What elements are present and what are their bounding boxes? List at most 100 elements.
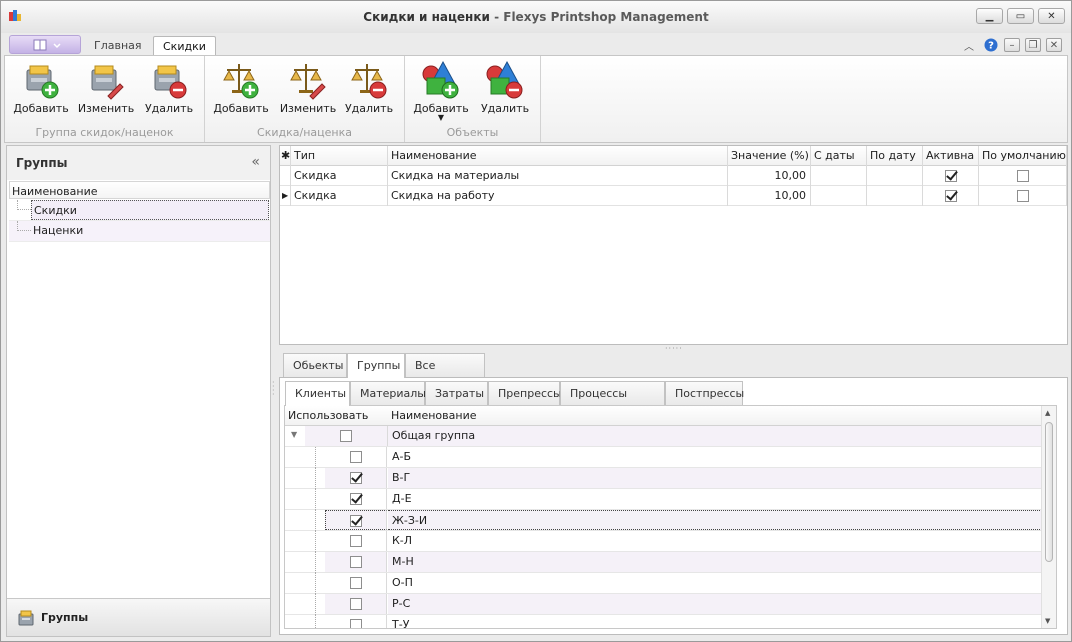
tab-discounts[interactable]: Скидки [153,36,216,56]
objects-add-button[interactable]: Добавить ▼ [411,60,471,122]
groups-tree-item[interactable]: Наценки [9,221,270,242]
list-item[interactable]: К-Л [285,531,1042,552]
mdi-close-button[interactable]: ✕ [1046,38,1062,52]
tab-prepress[interactable]: Препрессы [488,381,562,405]
help-icon[interactable]: ? [983,38,999,52]
default-checkbox[interactable] [1016,170,1029,182]
objects-delete-button[interactable]: Удалить [475,60,535,122]
maximize-button[interactable]: ▭ [1007,8,1034,24]
tab-all-objects[interactable]: Все обьекты [405,353,485,395]
tab-materials[interactable]: Материалы [350,381,426,405]
use-checkbox[interactable] [350,515,362,527]
col-value[interactable]: Значение (%) [728,146,811,166]
use-checkbox[interactable] [349,577,362,589]
group-delete-button[interactable]: Удалить [139,60,199,122]
close-button[interactable]: ✕ [1038,8,1065,24]
tab-print-processes[interactable]: Процессы печати [560,381,665,423]
scroll-down-icon[interactable]: ▼ [1045,617,1050,625]
list-item[interactable]: Т-У [285,615,1042,628]
scroll-up-icon[interactable]: ▲ [1045,409,1050,417]
group-edit-button[interactable]: Изменить [76,60,136,122]
item-name: Ж-З-И [388,510,1042,530]
discount-add-label: Добавить [213,102,269,115]
tab-clients[interactable]: Клиенты [285,381,350,406]
col-use[interactable]: Использовать [285,406,388,426]
default-checkbox[interactable] [1016,190,1029,202]
use-checkbox[interactable] [349,556,362,568]
tree-line [315,552,325,573]
tree-line [315,573,325,594]
use-checkbox[interactable] [349,451,362,463]
collapse-panel-icon[interactable]: « [251,154,260,170]
scrollbar-thumb[interactable] [1045,422,1053,562]
use-checkbox[interactable] [349,472,362,484]
cabinet-edit-icon [91,65,124,100]
vertical-scrollbar[interactable]: ▲ ▼ [1041,406,1056,628]
splitter-handle-icon[interactable]: ····· [665,344,682,353]
col-type[interactable]: Тип [291,146,388,166]
discounts-grid: ✱ Тип Наименование Значение (%) С даты П… [279,145,1068,345]
groups-nav-button[interactable]: Группы [7,598,270,636]
active-checkbox[interactable] [944,190,957,202]
mdi-close-icon: ✕ [1049,39,1059,51]
mdi-restore-button[interactable]: ❐ [1025,38,1041,52]
col-group-name[interactable]: Наименование [388,406,1042,426]
window-title-app: Flexys Printshop Management [503,10,709,24]
tab-postpress[interactable]: Постпрессы [665,381,744,405]
discount-delete-label: Удалить [344,102,394,115]
use-cell [305,426,388,446]
col-from-date[interactable]: С даты [811,146,867,166]
ribbon-group-caption: Объекты [446,126,499,139]
tab-costs[interactable]: Затраты [425,381,488,405]
cell-from-date [811,186,867,206]
group-row[interactable]: ▼ Общая группа [285,426,1042,447]
col-to-date[interactable]: По дату [867,146,923,166]
application-menu-button[interactable] [9,35,81,54]
mdi-restore-icon: ❐ [1028,39,1038,51]
groups-tree-item-label: Наценки [33,224,84,237]
tab-groups[interactable]: Группы [347,353,405,378]
tab-home[interactable]: Главная [85,36,151,56]
discount-delete-button[interactable]: Удалить [339,60,399,122]
list-item[interactable]: А-Б [285,447,1042,468]
tree-line [315,531,325,552]
collapse-ribbon-icon[interactable]: ︿ [961,38,977,53]
list-item[interactable]: Р-С [285,594,1042,615]
group-add-button[interactable]: Добавить [11,60,71,122]
mdi-minimize-button[interactable]: – [1004,38,1020,52]
groups-column-header[interactable]: Наименование [9,181,270,199]
scales-edit-icon [290,64,326,100]
list-item[interactable]: М-Н [285,552,1042,573]
discount-edit-button[interactable]: Изменить [278,60,338,122]
groups-panel: Группы « Наименование Скидки Наценки Гру… [6,145,271,637]
discount-add-button[interactable]: Добавить [211,60,271,122]
minimize-button[interactable]: ▁ [976,8,1003,24]
col-active[interactable]: Активна [923,146,979,166]
list-item[interactable]: В-Г [285,468,1042,489]
cell-to-date [867,186,923,206]
col-default[interactable]: По умолчанию [979,146,1067,166]
tree-line [17,200,31,210]
vertical-grip-icon[interactable]: · · · · [272,379,276,401]
tab-objects[interactable]: Обьекты [283,353,347,377]
use-checkbox[interactable] [349,535,362,547]
table-row[interactable]: ▶ Скидка Скидка на работу 10,00 [280,186,1067,206]
use-checkbox[interactable] [340,430,352,442]
collapse-arrow-icon[interactable]: ▼ [291,430,297,439]
list-item-selected[interactable]: Ж-З-И [285,510,1042,531]
cell-value: 10,00 [728,186,811,206]
use-checkbox[interactable] [349,619,362,628]
list-item[interactable]: О-П [285,573,1042,594]
table-row[interactable]: Скидка Скидка на материалы 10,00 [280,166,1067,186]
list-item[interactable]: Д-Е [285,489,1042,510]
groups-tree-item[interactable]: Скидки [9,200,270,221]
cell-value: 10,00 [728,166,811,186]
use-checkbox[interactable] [349,493,362,505]
tree-line [315,594,325,615]
use-checkbox[interactable] [349,598,362,610]
active-checkbox[interactable] [944,170,957,182]
cell-type: Скидка [291,166,388,186]
group-add-label: Добавить [13,102,69,115]
col-name[interactable]: Наименование [388,146,728,166]
group-name: Общая группа [388,426,1042,446]
